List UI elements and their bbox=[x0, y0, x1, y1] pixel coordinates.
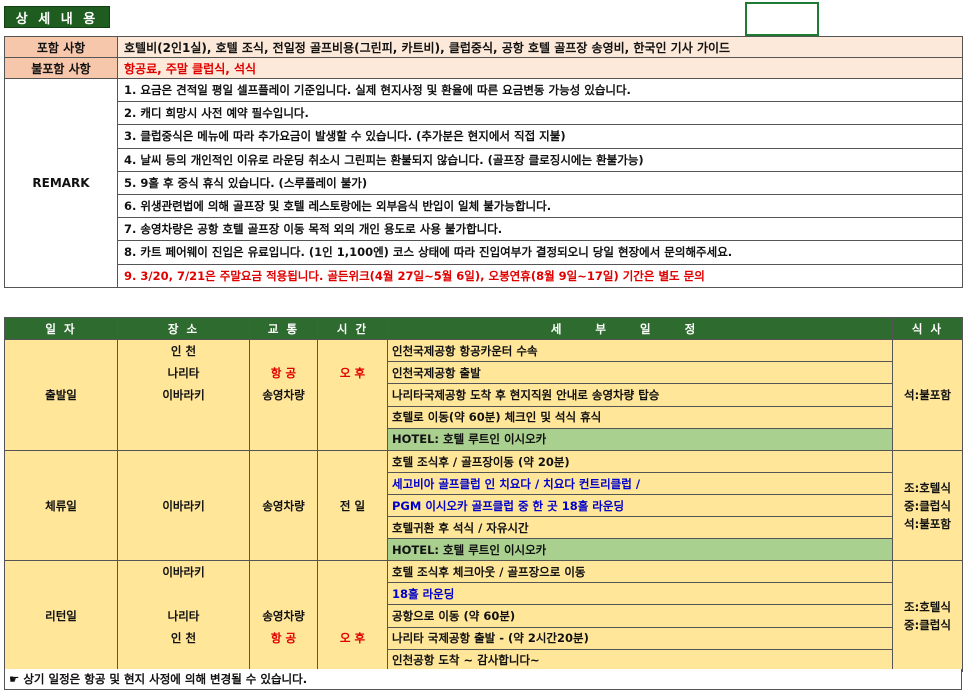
day3-transports: 송영차량 항 공 bbox=[249, 560, 318, 672]
hotel-line: HOTEL: 호텔 루트인 이시오카 bbox=[387, 427, 893, 452]
header-meal: 식 사 bbox=[892, 317, 963, 340]
time bbox=[322, 605, 383, 627]
time: 오 후 bbox=[339, 366, 366, 380]
time bbox=[322, 341, 383, 363]
place bbox=[122, 406, 245, 428]
detail-line: 세고비아 골프클럽 인 치요다 / 치요다 컨트리클럽 / bbox=[387, 472, 893, 495]
day1-row-1: 출발일 인 천 나리타 이바라키 항 공 송영차량 오 후 인천국제공항 항공카… bbox=[4, 338, 963, 451]
remark-label: REMARK bbox=[4, 78, 118, 288]
detail-line: 인천국제공항 출발 bbox=[387, 361, 893, 385]
remark-item: 3. 클럽중식은 메뉴에 따라 추가요금이 발생할 수 있습니다. (추가분은 … bbox=[117, 124, 963, 149]
detail-line: 호텔귀환 후 석식 / 자유시간 bbox=[387, 516, 893, 539]
transport: 송영차량 bbox=[262, 609, 305, 623]
remark-item: 1. 요금은 견적일 평일 셀프플레이 기준입니다. 실제 현지사정 및 환율에… bbox=[117, 77, 963, 103]
day-label: 출발일 bbox=[4, 339, 118, 451]
remark-item: 6. 위생관련법에 의해 골프장 및 호텔 레스토랑에는 외부음식 반입이 일체… bbox=[117, 193, 963, 219]
schedule-table: 일 자 장 소 교 통 시 간 세부일정 식 사 출발일 인 천 나리타 이바라… bbox=[4, 317, 963, 673]
include-value: 호텔비(2인1실), 호텔 조식, 전일정 골프비용(그린피, 카트비), 클럽… bbox=[117, 36, 963, 58]
remark-item-highlight: 9. 3/20, 7/21은 주말요금 적용됩니다. 골든위크(4월 27일~5… bbox=[117, 263, 963, 288]
time: 전 일 bbox=[317, 450, 388, 561]
transport: 송영차량 bbox=[262, 388, 305, 402]
overview-table: 포함 사항 호텔비(2인1실), 호텔 조식, 전일정 골프비용(그린피, 카트… bbox=[4, 36, 963, 288]
header-transport: 교 통 bbox=[249, 317, 318, 340]
remark-item: 4. 날씨 등의 개인적인 이유로 라운딩 취소시 그린피는 환불되지 않습니다… bbox=[117, 147, 963, 172]
place: 나리타 bbox=[167, 609, 200, 623]
detail-line: 인천국제공항 항공카운터 수속 bbox=[387, 338, 893, 363]
include-row: 포함 사항 호텔비(2인1실), 호텔 조식, 전일정 골프비용(그린피, 카트… bbox=[4, 36, 963, 58]
schedule-header-row: 일 자 장 소 교 통 시 간 세부일정 식 사 bbox=[4, 317, 963, 340]
include-label: 포함 사항 bbox=[4, 36, 118, 58]
transport bbox=[254, 406, 313, 428]
selected-cell-outline[interactable] bbox=[745, 2, 819, 36]
transport bbox=[254, 428, 313, 450]
transport: 항 공 bbox=[270, 366, 297, 380]
day1-times: 오 후 bbox=[317, 339, 388, 451]
remark-item: 7. 송영차량은 공항 호텔 골프장 이동 목적 외의 개인 용도로 사용 불가… bbox=[117, 217, 963, 242]
meal: 석:불포함 bbox=[904, 388, 951, 402]
detail-line: 18홀 라운딩 bbox=[387, 582, 893, 606]
exclude-label: 불포함 사항 bbox=[4, 57, 118, 79]
detail-line: 호텔 조식후 체크아웃 / 골프장으로 이동 bbox=[387, 559, 893, 584]
detail-line: 공항으로 이동 (약 60분) bbox=[387, 604, 893, 628]
day-label: 리턴일 bbox=[4, 560, 118, 672]
detail-line: 호텔로 이동(약 60분) 체크인 및 석식 휴식 bbox=[387, 405, 893, 429]
day2-row-1: 체류일 이바라키 송영차량 전 일 호텔 조식후 / 골프장이동 (약 20분)… bbox=[4, 450, 963, 561]
section-title: 상 세 내 용 bbox=[4, 6, 110, 28]
meal: 조:호텔식 bbox=[904, 480, 951, 495]
transport bbox=[254, 341, 313, 363]
day-label: 체류일 bbox=[4, 450, 118, 561]
transport bbox=[254, 649, 313, 671]
remark-item: 5. 9홀 후 중식 휴식 있습니다. (스루플레이 불가) bbox=[117, 170, 963, 195]
day2-meals: 조:호텔식 중:클럽식 석:불포함 bbox=[892, 450, 963, 561]
time: 오 후 bbox=[339, 631, 366, 645]
day3-row-1: 리턴일 이바라키 나리타 인 천 송영차량 항 공 오 후 호텔 조식후 체크아… bbox=[4, 559, 963, 672]
day1-transports: 항 공 송영차량 bbox=[249, 339, 318, 451]
remark-row: REMARK 1. 요금은 견적일 평일 셀프플레이 기준입니다. 실제 현지사… bbox=[4, 77, 963, 288]
day1-places: 인 천 나리타 이바라키 bbox=[117, 339, 250, 451]
remark-item: 8. 카트 페어웨이 진입은 유료입니다. (1인 1,100엔) 코스 상태에… bbox=[117, 240, 963, 265]
header-place: 장 소 bbox=[117, 317, 250, 340]
place bbox=[122, 649, 245, 671]
footer-note-text: 상기 일정은 항공 및 현지 사정에 의해 변경될 수 있습니다. bbox=[23, 672, 308, 686]
header-detail: 세부일정 bbox=[387, 317, 893, 340]
header-day: 일 자 bbox=[4, 317, 118, 340]
footer-note: ☛ 상기 일정은 항공 및 현지 사정에 의해 변경될 수 있습니다. bbox=[4, 669, 962, 690]
header-time: 시 간 bbox=[317, 317, 388, 340]
transport bbox=[254, 562, 313, 584]
hotel-line: HOTEL: 호텔 루트인 이시오카 bbox=[387, 538, 893, 561]
place bbox=[122, 583, 245, 605]
pointing-hand-icon: ☛ bbox=[9, 672, 20, 686]
day1-meals: 석:불포함 bbox=[892, 339, 963, 451]
place: 인 천 bbox=[170, 631, 197, 645]
day3-times: 오 후 bbox=[317, 560, 388, 672]
time bbox=[322, 583, 383, 605]
transport bbox=[254, 583, 313, 605]
transport: 송영차량 bbox=[249, 450, 318, 561]
place bbox=[122, 428, 245, 450]
day3-meals: 조:호텔식 중:클럽식 bbox=[892, 560, 963, 672]
place: 이바라키 bbox=[117, 450, 250, 561]
detail-line: 나리타 국제공항 출발 - (약 2시간20분) bbox=[387, 626, 893, 650]
place: 이바라키 bbox=[162, 565, 205, 579]
meal: 석:불포함 bbox=[904, 516, 951, 531]
time bbox=[322, 406, 383, 428]
meal: 조:호텔식 bbox=[904, 600, 951, 614]
place: 나리타 bbox=[167, 366, 200, 380]
time bbox=[322, 384, 383, 406]
time bbox=[322, 562, 383, 584]
detail-line: 호텔 조식후 / 골프장이동 (약 20분) bbox=[387, 450, 893, 473]
place: 이바라키 bbox=[162, 388, 205, 402]
meal: 중:클럽식 bbox=[904, 618, 951, 632]
exclude-row: 불포함 사항 항공료, 주말 클럽식, 석식 bbox=[4, 57, 963, 79]
time bbox=[322, 428, 383, 450]
time bbox=[322, 649, 383, 671]
exclude-value: 항공료, 주말 클럽식, 석식 bbox=[117, 57, 963, 79]
detail-line: PGM 이시오카 골프클럽 중 한 곳 18홀 라운딩 bbox=[387, 494, 893, 517]
day3-places: 이바라키 나리타 인 천 bbox=[117, 560, 250, 672]
place: 인 천 bbox=[170, 344, 197, 358]
remark-item: 2. 캐디 희망시 사전 예약 필수입니다. bbox=[117, 101, 963, 126]
transport: 항 공 bbox=[270, 631, 297, 645]
meal: 중:클럽식 bbox=[904, 498, 951, 513]
detail-line: 나리타국제공항 도착 후 현지직원 안내로 송영차량 탑승 bbox=[387, 383, 893, 407]
